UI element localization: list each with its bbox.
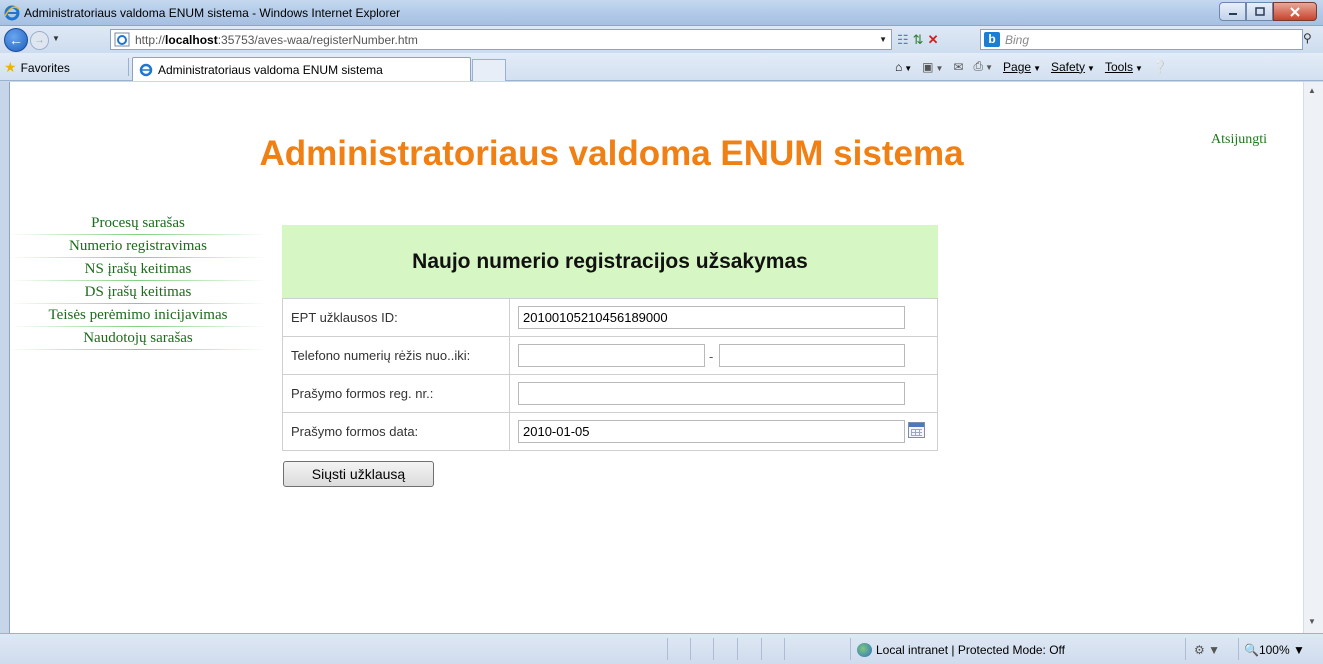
page-ie-icon	[114, 32, 130, 47]
stop-icon[interactable]: ✕	[928, 32, 939, 48]
forward-arrow-icon: →	[34, 35, 45, 46]
side-menu: Procesų sarašas Numerio registravimas NS…	[10, 212, 266, 350]
submit-button[interactable]: Siųsti užklausą	[283, 461, 434, 487]
form-row-date: Prašymo formos data: 2010-01-05	[282, 412, 938, 451]
range-separator: -	[709, 349, 714, 364]
intranet-zone-icon	[857, 643, 872, 657]
address-toolbar: ← → ▼ http://localhost:35753/aves-waa/re…	[0, 26, 1323, 53]
tab-label: Administratoriaus valdoma ENUM sistema	[158, 63, 383, 77]
form-row-reg-nr: Prašymo formos reg. nr.:	[282, 374, 938, 413]
ept-id-label: EPT užklausos ID:	[282, 298, 510, 337]
window-title: Administratoriaus valdoma ENUM sistema -…	[24, 6, 401, 20]
minimize-icon	[1228, 12, 1237, 15]
zone-text: Local intranet | Protected Mode: Off	[876, 643, 1065, 657]
safety-menu[interactable]: Safety ▼	[1051, 60, 1095, 74]
logout-link[interactable]: Atsijungti	[1211, 132, 1267, 148]
addons-icon[interactable]: ⚙ ▼	[1194, 643, 1220, 657]
bing-icon: b	[984, 32, 1000, 47]
tools-menu[interactable]: Tools ▼	[1105, 60, 1143, 74]
scroll-up-icon[interactable]: ▲	[1308, 86, 1316, 95]
range-to-input[interactable]	[719, 344, 905, 367]
scroll-down-icon[interactable]: ▼	[1308, 617, 1316, 626]
minimize-button[interactable]	[1219, 2, 1246, 21]
address-dropdown-icon[interactable]: ▼	[879, 35, 887, 44]
address-input[interactable]: http://localhost:35753/aves-waa/register…	[110, 29, 892, 50]
search-placeholder: Bing	[1005, 33, 1030, 47]
back-arrow-icon: ←	[9, 32, 23, 48]
menu-item-ns-irasu-keitimas[interactable]: NS įrašų keitimas	[10, 258, 266, 281]
window-controls	[1219, 2, 1317, 21]
form-table: EPT užklausos ID: 20100105210456189000 T…	[282, 298, 938, 451]
feeds-icon[interactable]: ▣ ▼	[922, 60, 943, 74]
form-row-ept-id: EPT užklausos ID: 20100105210456189000	[282, 298, 938, 337]
favorites-button[interactable]: ★ Favorites	[4, 59, 70, 76]
zoom-control[interactable]: 🔍100% ▼	[1244, 643, 1305, 657]
recent-pages-dropdown-icon[interactable]: ▼	[52, 34, 60, 43]
mail-icon[interactable]: ✉	[953, 60, 963, 74]
vertical-scrollbar[interactable]	[1303, 82, 1323, 633]
date-label: Prašymo formos data:	[282, 412, 510, 451]
favorites-label: Favorites	[20, 60, 70, 75]
help-icon[interactable]: ❔	[1153, 60, 1168, 74]
command-bar: ⌂ ▼ ▣ ▼ ✉ ⎙ ▼ Page ▼ Safety ▼ Tools ▼ ❔	[895, 59, 1168, 74]
calendar-icon[interactable]	[908, 422, 925, 438]
print-icon[interactable]: ⎙ ▼	[974, 59, 994, 74]
search-input[interactable]: b Bing	[980, 29, 1303, 50]
ept-id-input[interactable]: 20100105210456189000	[518, 306, 905, 329]
security-zone[interactable]: Local intranet | Protected Mode: Off	[857, 643, 1065, 657]
maximize-button[interactable]	[1246, 2, 1273, 21]
refresh-icon[interactable]: ⇅	[913, 32, 924, 48]
status-bar: Local intranet | Protected Mode: Off ⚙ ▼…	[0, 633, 1323, 664]
reg-nr-input[interactable]	[518, 382, 905, 405]
address-tools: ☷ ⇅ ✕	[893, 29, 973, 50]
close-window-button[interactable]	[1273, 2, 1317, 21]
menu-item-numerio-registravimas[interactable]: Numerio registravimas	[10, 235, 266, 258]
page-title: Administratoriaus valdoma ENUM sistema	[259, 134, 964, 173]
date-input[interactable]: 2010-01-05	[518, 420, 905, 443]
url-text: http://localhost:35753/aves-waa/register…	[135, 33, 418, 47]
new-tab-button[interactable]	[472, 59, 506, 81]
menu-item-naudotoju-sarasas[interactable]: Naudotojų sarašas	[10, 327, 266, 350]
compatibility-view-icon[interactable]: ☷	[897, 32, 909, 48]
form-heading: Naujo numerio registracijos užsakymas	[282, 225, 938, 298]
page-content: Administratoriaus valdoma ENUM sistema A…	[9, 82, 1303, 633]
registration-form: Naujo numerio registracijos užsakymas EP…	[282, 225, 938, 451]
window-left-edge	[0, 82, 9, 633]
menu-item-ds-irasu-keitimas[interactable]: DS įrašų keitimas	[10, 281, 266, 304]
favorites-bar: ★ Favorites Administratoriaus valdoma EN…	[0, 53, 1323, 81]
menu-item-procesu-sarasas[interactable]: Procesų sarašas	[10, 212, 266, 235]
range-from-input[interactable]	[518, 344, 705, 367]
search-icon[interactable]: ⚲	[1303, 31, 1312, 45]
window-titlebar: Administratoriaus valdoma ENUM sistema -…	[0, 0, 1323, 26]
separator	[128, 58, 129, 76]
tab-ie-icon	[139, 63, 153, 77]
back-button[interactable]: ←	[4, 28, 28, 52]
forward-button[interactable]: →	[30, 31, 49, 50]
reg-nr-label: Prašymo formos reg. nr.:	[282, 374, 510, 413]
home-icon[interactable]: ⌂ ▼	[895, 60, 912, 74]
maximize-icon	[1254, 7, 1265, 16]
number-range-label: Telefono numerių rėžis nuo..iki:	[282, 336, 510, 375]
tab-enum-sistema[interactable]: Administratoriaus valdoma ENUM sistema	[132, 57, 471, 81]
favorites-star-icon: ★	[4, 59, 17, 75]
form-row-number-range: Telefono numerių rėžis nuo..iki: -	[282, 336, 938, 375]
page-menu[interactable]: Page ▼	[1003, 60, 1041, 74]
menu-item-teises-perimimo[interactable]: Teisės perėmimo inicijavimas	[10, 304, 266, 327]
close-icon	[1290, 6, 1300, 17]
ie-logo-icon	[4, 5, 20, 21]
